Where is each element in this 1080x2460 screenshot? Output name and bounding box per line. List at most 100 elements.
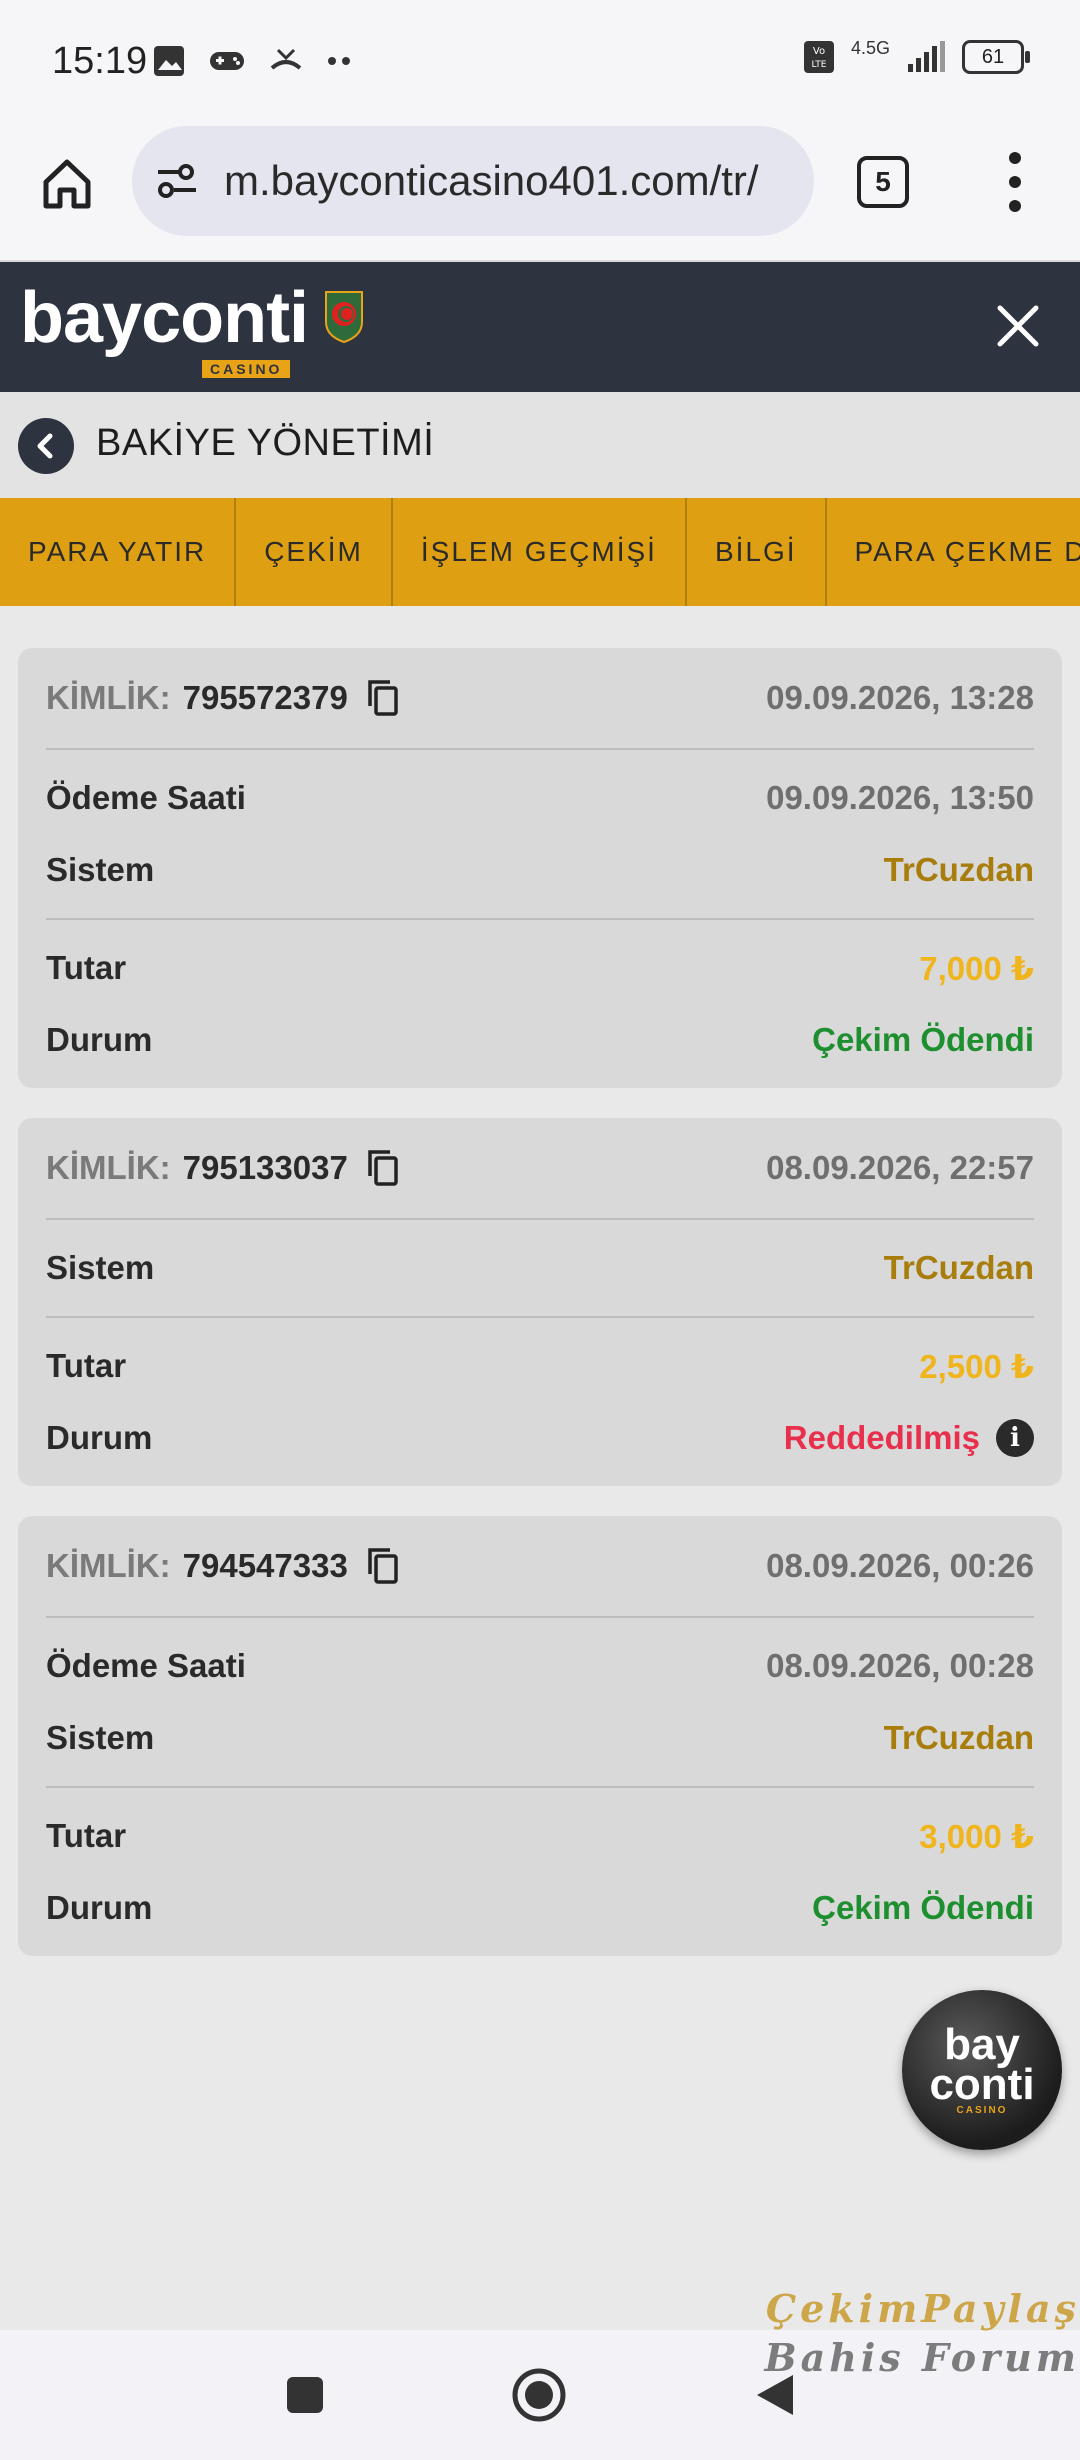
svg-text:Vo: Vo (813, 46, 825, 57)
transaction-id: 794547333 (182, 1547, 348, 1584)
image-notification-icon (154, 46, 184, 76)
tab-info[interactable]: BİLGİ (687, 498, 827, 606)
status-row: Durum Reddedilmiş i (46, 1402, 1034, 1474)
system-row: Sistem TrCuzdan (46, 1232, 1034, 1304)
home-nav-button[interactable] (504, 2360, 574, 2430)
status-value: Çekim Ödendi (812, 1021, 1034, 1058)
transaction-date: 09.09.2026, 13:28 (766, 679, 1034, 716)
home-circle-icon (512, 2368, 566, 2422)
address-bar[interactable]: m.bayconticasino401.com/tr/ (132, 126, 814, 236)
tab-deposit[interactable]: PARA YATIR (0, 498, 237, 606)
amount-value: 7,000 ₺ (919, 949, 1034, 987)
system-value: TrCuzdan (883, 851, 1034, 888)
amount-label: Tutar (46, 1347, 127, 1384)
status-value: Reddedilmiş (783, 1419, 980, 1456)
logo-text: bayconti (20, 278, 309, 358)
site-logo[interactable]: bayconti CASINO (20, 278, 366, 378)
status-label: Durum (46, 1419, 153, 1456)
copy-icon[interactable] (366, 1148, 400, 1188)
payment-time-label: Ödeme Saati (46, 1647, 246, 1684)
tab-switcher-button[interactable]: 5 (857, 156, 909, 208)
watermark: ÇekimPaylaş Bahis Forum (756, 2286, 1080, 2380)
tab-withdraw[interactable]: ÇEKİM (236, 498, 393, 606)
tab-withdraw-status[interactable]: PARA ÇEKME DURUMU (827, 498, 1080, 606)
payment-time-value: 09.09.2026, 13:50 (766, 779, 1034, 816)
recents-icon (287, 2377, 323, 2413)
chevron-left-icon (37, 433, 53, 459)
gamepad-icon (210, 52, 244, 70)
transaction-id: 795133037 (182, 1149, 348, 1186)
transaction-date: 08.09.2026, 00:26 (766, 1547, 1034, 1584)
close-icon[interactable] (988, 296, 1048, 356)
card-header: KİMLİK: 795572379 09.09.2026, 13:28 (46, 648, 1034, 750)
signal-icon (908, 41, 945, 72)
system-row: Sistem TrCuzdan (46, 834, 1034, 906)
amount-row: Tutar 7,000 ₺ (46, 932, 1034, 1004)
status-value: Çekim Ödendi (812, 1889, 1034, 1926)
system-label: Sistem (46, 851, 155, 888)
copy-icon[interactable] (366, 678, 400, 718)
card-header: KİMLİK: 795133037 08.09.2026, 22:57 (46, 1118, 1034, 1220)
amount-label: Tutar (46, 1817, 127, 1854)
browser-toolbar: m.bayconticasino401.com/tr/ 5 (0, 122, 1080, 262)
amount-value: 2,500 ₺ (919, 1347, 1034, 1385)
network-type: 4.5G (850, 37, 890, 58)
system-value: TrCuzdan (883, 1249, 1034, 1286)
tab-history[interactable]: İŞLEM GEÇMİŞİ (393, 498, 687, 606)
back-button[interactable] (18, 418, 74, 474)
balance-tabs: PARA YATIR ÇEKİM İŞLEM GEÇMİŞİ BİLGİ PAR… (0, 498, 1080, 606)
volte-icon: Vo LTE (803, 41, 834, 73)
transaction-card: KİMLİK: 795572379 09.09.2026, 13:28 Ödem… (18, 648, 1062, 1088)
info-icon[interactable]: i (996, 1419, 1034, 1457)
system-row: Sistem TrCuzdan (46, 1702, 1034, 1774)
float-logo-line2: conti (929, 2059, 1035, 2109)
status-label: Durum (46, 1889, 153, 1926)
browser-menu-icon[interactable] (1000, 152, 1030, 212)
card-header: KİMLİK: 794547333 08.09.2026, 00:26 (46, 1516, 1034, 1618)
page-title-row: BAKİYE YÖNETİMİ (0, 392, 1080, 498)
floating-chat-button[interactable]: bay conti CASINO (902, 1990, 1062, 2150)
url-text: m.bayconticasino401.com/tr/ (224, 157, 759, 204)
status-time: 15:19 (52, 40, 148, 82)
more-notifications-icon (328, 57, 350, 65)
amount-label: Tutar (46, 949, 127, 986)
home-button[interactable] (36, 152, 98, 214)
float-logo-line1: bay (944, 2019, 1020, 2069)
system-label: Sistem (46, 1249, 155, 1286)
recents-button[interactable] (270, 2360, 340, 2430)
id-label: KİMLİK: (46, 679, 171, 716)
payment-time-row: Ödeme Saati 08.09.2026, 00:28 (46, 1630, 1034, 1702)
battery-level: 61 (981, 45, 1005, 68)
missed-call-icon (270, 48, 302, 70)
status-row: Durum Çekim Ödendi (46, 1872, 1034, 1944)
page-title: BAKİYE YÖNETİMİ (96, 422, 435, 464)
amount-value: 3,000 ₺ (919, 1817, 1034, 1855)
id-label: KİMLİK: (46, 1149, 171, 1186)
site-header: bayconti CASINO (0, 262, 1080, 392)
watermark-line2: Bahis Forum (764, 2335, 1080, 2380)
transaction-list: KİMLİK: 795572379 09.09.2026, 13:28 Ödem… (18, 648, 1062, 1986)
flag-shield-icon (325, 291, 364, 344)
amount-row: Tutar 3,000 ₺ (46, 1800, 1034, 1872)
svg-text:LTE: LTE (811, 60, 826, 70)
payment-time-value: 08.09.2026, 00:28 (766, 1647, 1034, 1684)
transaction-date: 08.09.2026, 22:57 (766, 1149, 1034, 1186)
status-bar: 15:19 Vo LTE 4.5G 61 (0, 0, 1080, 122)
system-label: Sistem (46, 1719, 155, 1756)
payment-time-label: Ödeme Saati (46, 779, 246, 816)
battery-icon: 61 (962, 40, 1030, 74)
logo-subtitle: CASINO (202, 360, 291, 378)
status-row: Durum Çekim Ödendi (46, 1004, 1034, 1076)
site-settings-icon[interactable] (154, 158, 200, 204)
amount-row: Tutar 2,500 ₺ (46, 1330, 1034, 1402)
status-label: Durum (46, 1021, 153, 1058)
payment-time-row: Ödeme Saati 09.09.2026, 13:50 (46, 762, 1034, 834)
copy-icon[interactable] (366, 1546, 400, 1586)
float-logo-sub: CASINO (956, 2104, 1008, 2116)
transaction-id: 795572379 (182, 679, 348, 716)
transaction-card: KİMLİK: 795133037 08.09.2026, 22:57 Sist… (18, 1118, 1062, 1486)
home-icon (43, 159, 91, 209)
watermark-line1: ÇekimPaylaş (765, 2286, 1080, 2331)
id-label: KİMLİK: (46, 1547, 171, 1584)
system-value: TrCuzdan (883, 1719, 1034, 1756)
